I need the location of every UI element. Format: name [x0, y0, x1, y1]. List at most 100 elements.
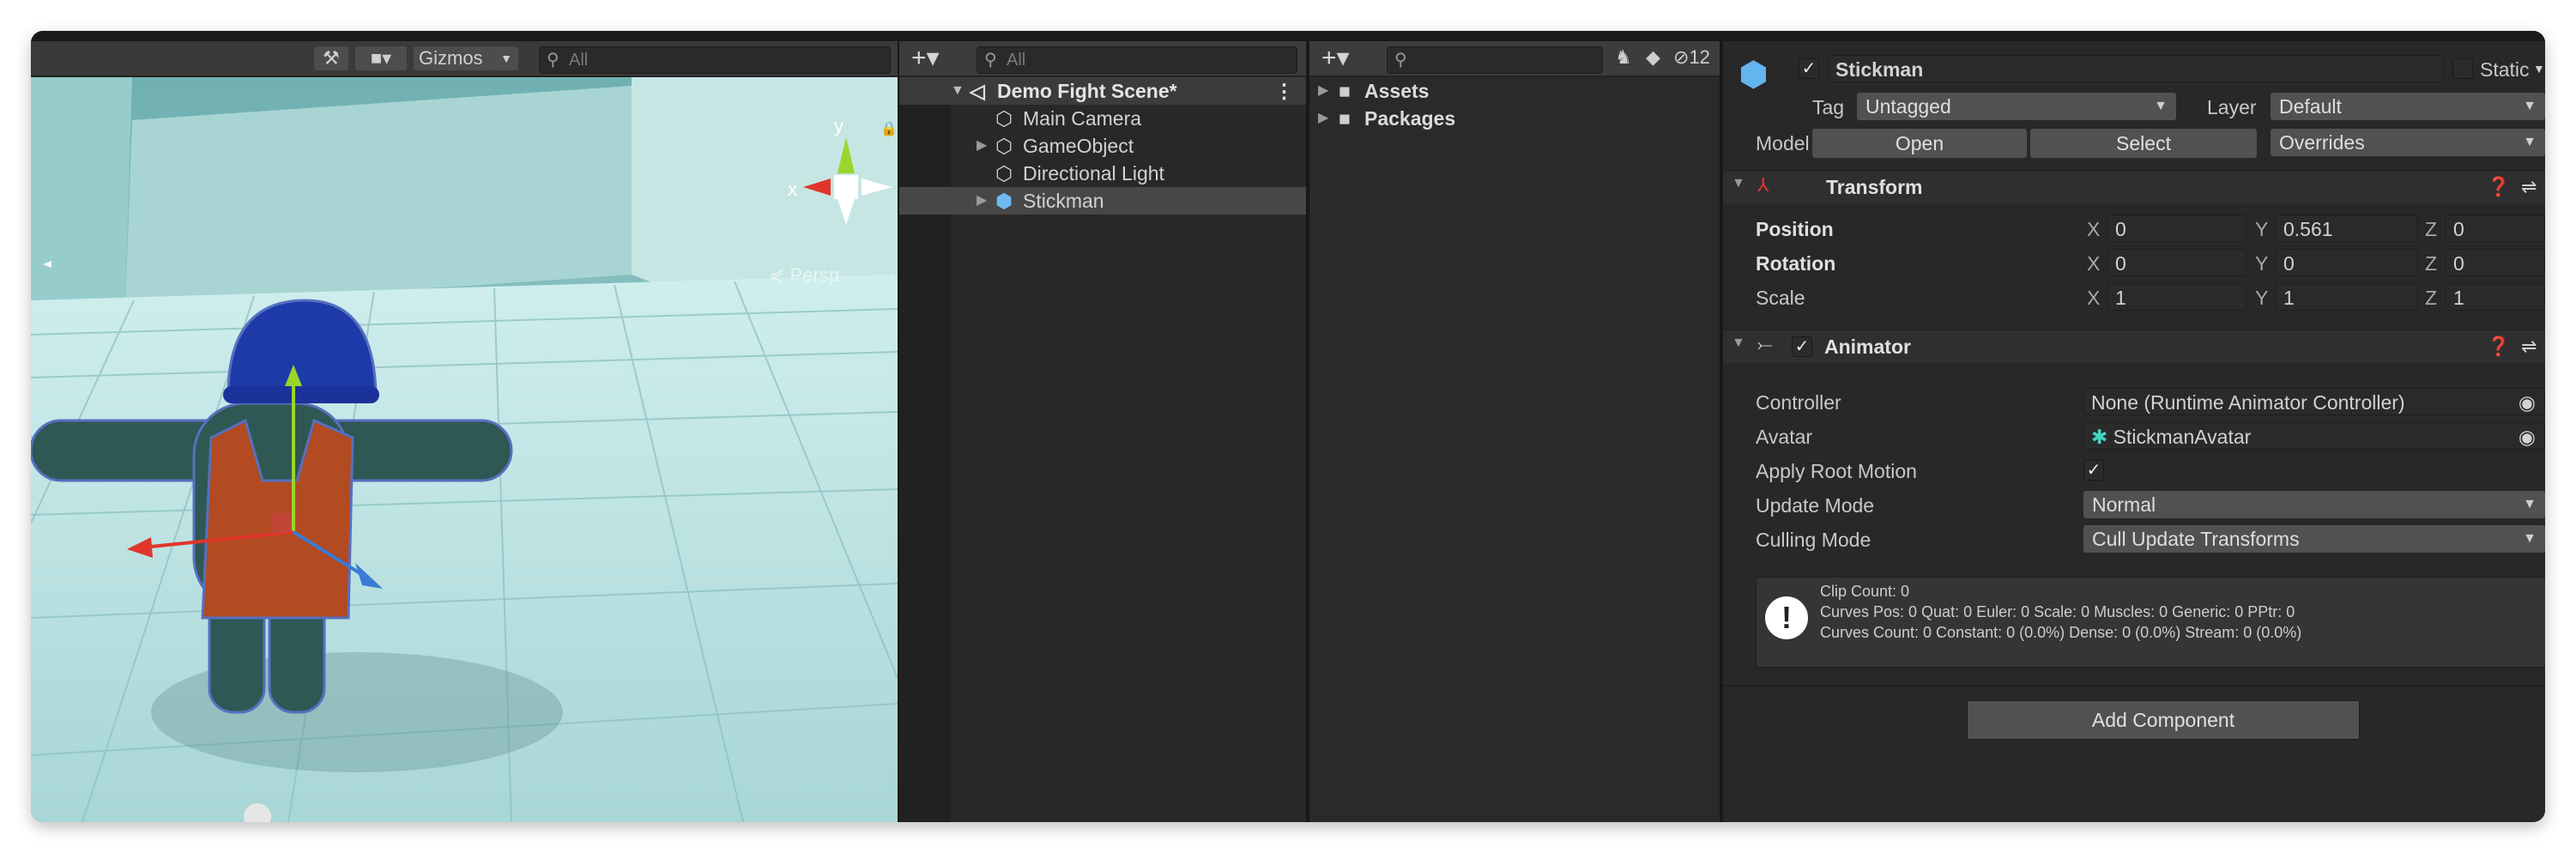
expand-arrow-icon[interactable]: ▶ — [1318, 77, 1328, 105]
axis-z-label: Z — [2425, 287, 2438, 309]
scale-z-field[interactable]: 1 — [2446, 283, 2545, 311]
position-z-field[interactable]: 0 — [2446, 215, 2545, 242]
settings-sliders-icon[interactable]: ⇌ — [2521, 176, 2537, 198]
expand-arrow-icon[interactable]: ▶ — [977, 132, 987, 160]
gizmo-axis-x-label: x — [788, 178, 797, 200]
controller-field[interactable]: None (Runtime Animator Controller) ◉ — [2083, 388, 2545, 415]
gizmo-axis-y-label: y — [834, 115, 844, 136]
hierarchy-add-button[interactable]: +▾ — [911, 45, 940, 71]
active-checkbox[interactable]: ✓ — [1799, 58, 1819, 79]
scene-menu-icon[interactable]: ⋮ — [1274, 77, 1294, 105]
hierarchy-item-label: GameObject — [1023, 135, 1134, 157]
select-button[interactable]: Select — [2030, 129, 2257, 158]
rotation-z-field[interactable]: 0 — [2446, 249, 2545, 276]
hierarchy-item-main-camera[interactable]: ⬡ Main Camera — [899, 105, 1306, 132]
project-add-button[interactable]: +▾ — [1321, 45, 1350, 71]
lock-icon[interactable]: 🔒 — [880, 120, 898, 137]
open-button[interactable]: Open — [1812, 129, 2027, 158]
animator-header[interactable]: ▼ ⤚ ✓ Animator ❓ ⇌ — [1723, 330, 2545, 363]
hierarchy-item-directional-light[interactable]: ⬡ Directional Light — [899, 160, 1306, 187]
scale-x-value: 1 — [2115, 287, 2126, 309]
avatar-field[interactable]: ✱ StickmanAvatar ◉ — [2083, 422, 2545, 450]
layer-dropdown[interactable]: Default ▼ — [2271, 93, 2545, 120]
object-name-field[interactable]: Stickman — [1828, 55, 2444, 82]
hierarchy-panel: +▾ ⚲ All ▼ ◁ Demo Fight Scene* ⋮ ⬡ Main … — [899, 31, 1306, 822]
scene-root-row[interactable]: ▼ ◁ Demo Fight Scene* ⋮ — [899, 77, 1306, 105]
camera-icon[interactable]: ■▾ — [355, 46, 407, 70]
hierarchy-item-label: Main Camera — [1023, 107, 1142, 130]
info-line-curves-pos: Curves Pos: 0 Quat: 0 Euler: 0 Scale: 0 … — [1820, 603, 2295, 620]
dropdown-arrow-icon: ▼ — [2523, 531, 2537, 546]
static-checkbox[interactable] — [2452, 58, 2473, 79]
unity-scene-icon: ◁ — [970, 80, 985, 102]
help-icon[interactable]: ❓ — [2487, 336, 2510, 358]
project-search-input[interactable]: ⚲ — [1387, 46, 1603, 74]
collapse-arrow-icon[interactable]: ▼ — [951, 77, 964, 105]
tag-label: Tag — [1812, 96, 1845, 118]
overrides-dropdown[interactable]: Overrides ▼ — [2271, 129, 2545, 156]
position-x-field[interactable]: 0 — [2107, 215, 2246, 242]
hierarchy-item-label: Stickman — [1023, 190, 1104, 212]
inspector-tabstrip — [1723, 31, 2545, 41]
project-folder-assets[interactable]: ▶ ■ Assets — [1309, 77, 1720, 105]
scene-search-input[interactable]: ⚲ All — [539, 46, 891, 74]
hierarchy-item-stickman[interactable]: ▶ ⬢ Stickman — [899, 187, 1306, 215]
dropdown-arrow-icon: ▼ — [2523, 497, 2537, 511]
axis-z-label: Z — [2425, 252, 2438, 275]
scene-viewport[interactable]: x y 🔒 ⋞ Persp — [31, 77, 898, 822]
expand-arrow-icon[interactable]: ▶ — [977, 187, 987, 215]
update-mode-value: Normal — [2092, 493, 2156, 516]
info-line-curves-count: Curves Count: 0 Constant: 0 (0.0%) Dense… — [1820, 624, 2302, 641]
search-icon: ⚲ — [984, 51, 997, 70]
hierarchy-item-gameobject[interactable]: ▶ ⬡ GameObject — [899, 132, 1306, 160]
hierarchy-tabstrip — [899, 31, 1306, 41]
static-dropdown-arrow-icon[interactable]: ▼ — [2533, 62, 2545, 76]
axis-y-label: Y — [2255, 287, 2269, 309]
scale-x-field[interactable]: 1 — [2107, 283, 2246, 311]
culling-mode-dropdown[interactable]: Cull Update Transforms ▼ — [2083, 525, 2545, 553]
settings-sliders-icon[interactable]: ⇌ — [2521, 336, 2537, 358]
foldout-arrow-icon[interactable]: ▼ — [1732, 176, 1745, 191]
help-icon[interactable]: ❓ — [2487, 176, 2510, 198]
hidden-packages-toggle[interactable]: ⊘12 — [1673, 46, 1710, 69]
position-y-field[interactable]: 0.561 — [2276, 215, 2418, 242]
transform-header[interactable]: ▼ ⅄ Transform ❓ ⇌ — [1723, 170, 2545, 203]
object-picker-icon[interactable]: ◉ — [2519, 423, 2536, 451]
section-divider — [1723, 685, 2545, 687]
position-x-value: 0 — [2115, 218, 2126, 240]
scene-tabstrip — [31, 31, 898, 41]
object-picker-icon[interactable]: ◉ — [2519, 389, 2536, 416]
axis-x-label: X — [2087, 218, 2101, 240]
project-toolbar: +▾ ⚲ ♞ ◆ ⊘12 — [1309, 41, 1720, 77]
rotation-y-field[interactable]: 0 — [2276, 249, 2418, 276]
scale-y-field[interactable]: 1 — [2276, 283, 2418, 311]
model-label: Model — [1756, 132, 1810, 154]
projection-toggle[interactable]: ⋞ Persp — [769, 264, 839, 287]
avatar-value: StickmanAvatar — [2113, 426, 2252, 448]
tag-dropdown[interactable]: Untagged ▼ — [1857, 93, 2176, 120]
project-folder-packages[interactable]: ▶ ■ Packages — [1309, 105, 1720, 132]
animator-enabled-checkbox[interactable]: ✓ — [1792, 336, 1812, 357]
rotation-x-field[interactable]: 0 — [2107, 249, 2246, 276]
gizmos-label: Gizmos — [419, 47, 483, 69]
tools-icon[interactable]: ⚒ — [314, 46, 348, 70]
transform-icon: ⅄ — [1757, 174, 1769, 196]
dropdown-arrow-icon: ▼ — [2154, 99, 2168, 113]
hierarchy-search-input[interactable]: ⚲ All — [977, 46, 1297, 74]
animator-info-box: ! Clip Count: 0 Curves Pos: 0 Quat: 0 Eu… — [1756, 577, 2545, 668]
gizmos-dropdown-arrow-icon[interactable]: ▼ — [494, 46, 518, 70]
gizmos-button[interactable]: Gizmos — [414, 46, 496, 70]
layer-label: Layer — [2207, 96, 2257, 118]
expand-arrow-icon[interactable]: ▶ — [1318, 105, 1328, 132]
add-component-button[interactable]: Add Component — [1967, 700, 2360, 740]
object-name-text: Stickman — [1835, 58, 1924, 81]
gameobject-cube-icon: ⬡ — [995, 135, 1013, 157]
prefab-cube-icon[interactable]: ⬢ — [1738, 55, 1769, 94]
apply-root-motion-checkbox[interactable]: ✓ — [2083, 460, 2104, 481]
foldout-arrow-icon[interactable]: ▼ — [1732, 336, 1745, 351]
filter-by-label-icon[interactable]: ◆ — [1646, 46, 1660, 69]
update-mode-dropdown[interactable]: Normal ▼ — [2083, 491, 2545, 518]
filter-by-type-icon[interactable]: ♞ — [1615, 46, 1632, 69]
axis-x-label: X — [2087, 252, 2101, 275]
avatar-icon: ✱ — [2091, 426, 2108, 448]
